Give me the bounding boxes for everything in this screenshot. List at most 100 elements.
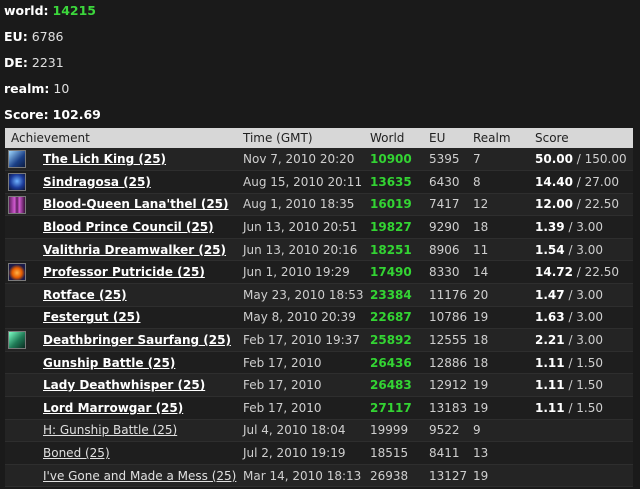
table-row: Sindragosa (25) Aug 15, 2010 20:11 13635 64… xyxy=(5,170,633,194)
blood-queen-icon xyxy=(8,195,26,214)
world-rank-cell: 18251 xyxy=(364,238,423,262)
achievement-link[interactable]: Lord Marrowgar (25) xyxy=(43,401,183,415)
header-score[interactable]: Score xyxy=(529,128,633,148)
achievement-link[interactable]: Boned (25) xyxy=(43,446,110,460)
table-row: Rotface (25) May 23, 2010 18:53 23384 11176… xyxy=(5,283,633,307)
achievement-link[interactable]: Blood Prince Council (25) xyxy=(43,220,214,234)
achievement-cell: Deathbringer Saurfang (25) xyxy=(5,328,237,352)
achievement-cell: Sindragosa (25) xyxy=(5,170,237,194)
score-max: / 3.00 xyxy=(568,310,604,325)
deathbringer-saurfang-icon xyxy=(8,331,26,350)
world-rank-cell: 26436 xyxy=(364,351,423,375)
score-cell: 2.21 / 3.00 xyxy=(529,328,633,352)
table-row: Deathbringer Saurfang (25) Feb 17, 2010 1… xyxy=(5,328,633,352)
achievement-link[interactable]: Professor Putricide (25) xyxy=(43,265,205,279)
world-rank-cell: 27117 xyxy=(364,396,423,420)
achievement-link[interactable]: H: Gunship Battle (25) xyxy=(43,423,177,437)
score-value: 14.40 xyxy=(535,174,573,189)
realm-rank-cell: 14 xyxy=(467,260,529,285)
time-cell: May 8, 2010 20:39 xyxy=(237,306,364,330)
eu-rank-cell: 10786 xyxy=(423,306,467,330)
header-time[interactable]: Time (GMT) xyxy=(237,128,364,148)
score-cell xyxy=(529,464,633,488)
score-max: / 22.50 xyxy=(576,197,620,212)
summary-line: realm: 10 xyxy=(4,78,636,104)
score-max: / 3.00 xyxy=(568,220,604,235)
summary-value: 14215 xyxy=(52,3,97,18)
time-cell: Jun 1, 2010 19:29 xyxy=(237,260,364,285)
achievement-cell: Lady Deathwhisper (25) xyxy=(5,373,237,398)
score-value: 1.47 xyxy=(535,287,565,302)
achievement-link[interactable]: Lady Deathwhisper (25) xyxy=(43,378,205,392)
achievement-link[interactable]: Deathbringer Saurfang (25) xyxy=(43,333,231,347)
time-cell: Jul 2, 2010 19:19 xyxy=(237,441,364,465)
header-achievement[interactable]: Achievement xyxy=(5,128,237,148)
score-cell xyxy=(529,419,633,443)
eu-rank-cell: 8906 xyxy=(423,238,467,262)
achievement-cell: Valithria Dreamwalker (25) xyxy=(5,238,237,262)
achievement-cell: Lord Marrowgar (25) xyxy=(5,396,237,420)
time-cell: Jun 13, 2010 20:16 xyxy=(237,238,364,262)
summary-key: world: xyxy=(4,3,49,18)
score-value: 12.00 xyxy=(535,197,573,212)
achievement-link[interactable]: The Lich King (25) xyxy=(43,152,166,166)
score-max: / 150.00 xyxy=(576,152,627,167)
achievement-cell: I've Gone and Made a Mess (25) xyxy=(5,464,237,488)
score-cell: 1.11 / 1.50 xyxy=(529,351,633,375)
achievement-link[interactable]: Rotface (25) xyxy=(43,288,127,302)
time-cell: Feb 17, 2010 xyxy=(237,351,364,375)
table-row: H: Gunship Battle (25) Jul 4, 2010 18:04 1… xyxy=(5,419,633,443)
realm-rank-cell: 18 xyxy=(467,215,529,239)
score-max: / 3.00 xyxy=(568,287,604,302)
summary-value: 10 xyxy=(53,81,70,96)
achievement-link[interactable]: Festergut (25) xyxy=(43,310,141,324)
summary-panel: world: 14215 EU: 6786 DE: 2231 realm: 10 Sco… xyxy=(0,0,640,130)
time-cell: Jul 4, 2010 18:04 xyxy=(237,419,364,443)
achievement-link[interactable]: Sindragosa (25) xyxy=(43,175,151,189)
eu-rank-cell: 6430 xyxy=(423,170,467,194)
achievement-cell: Gunship Battle (25) xyxy=(5,351,237,375)
realm-rank-cell: 19 xyxy=(467,373,529,398)
score-value: 14.72 xyxy=(535,265,573,280)
summary-value: 102.69 xyxy=(52,107,101,122)
eu-rank-cell: 12886 xyxy=(423,351,467,375)
world-rank-cell: 16019 xyxy=(364,193,423,217)
score-cell: 1.39 / 3.00 xyxy=(529,215,633,239)
score-max: / 1.50 xyxy=(568,355,604,370)
professor-putricide-icon xyxy=(8,263,26,282)
header-world[interactable]: World xyxy=(364,128,423,148)
score-value: 2.21 xyxy=(535,333,565,348)
table-row: Blood-Queen Lana'thel (25) Aug 1, 2010 18… xyxy=(5,193,633,217)
header-realm[interactable]: Realm xyxy=(467,128,529,148)
summary-key: DE: xyxy=(4,55,28,70)
world-rank-cell: 22687 xyxy=(364,306,423,330)
time-cell: Feb 17, 2010 xyxy=(237,396,364,420)
score-cell: 1.11 / 1.50 xyxy=(529,396,633,420)
eu-rank-cell: 12555 xyxy=(423,328,467,352)
header-eu[interactable]: EU xyxy=(423,128,467,148)
achievement-link[interactable]: Blood-Queen Lana'thel (25) xyxy=(43,197,229,211)
time-cell: Feb 17, 2010 xyxy=(237,373,364,398)
achievement-link[interactable]: I've Gone and Made a Mess (25) xyxy=(43,469,236,483)
achievement-link[interactable]: Valithria Dreamwalker (25) xyxy=(43,243,226,257)
summary-line: world: 14215 xyxy=(4,0,636,26)
score-value: 1.11 xyxy=(535,378,565,393)
score-value: 1.63 xyxy=(535,310,565,325)
score-value: 1.11 xyxy=(535,355,565,370)
eu-rank-cell: 9522 xyxy=(423,419,467,443)
table-row: Lady Deathwhisper (25) Feb 17, 2010 26483 1… xyxy=(5,373,633,398)
achievement-link[interactable]: Gunship Battle (25) xyxy=(43,356,175,370)
summary-line: DE: 2231 xyxy=(4,52,636,78)
realm-rank-cell: 7 xyxy=(467,148,529,172)
realm-rank-cell: 19 xyxy=(467,464,529,488)
world-rank-cell: 23384 xyxy=(364,283,423,307)
score-cell: 14.72 / 22.50 xyxy=(529,260,633,285)
achievement-cell: Blood-Queen Lana'thel (25) xyxy=(5,193,237,217)
summary-value: 6786 xyxy=(31,29,64,44)
achievement-cell: Professor Putricide (25) xyxy=(5,260,237,285)
table-row: Lord Marrowgar (25) Feb 17, 2010 27117 1318… xyxy=(5,396,633,420)
score-cell: 12.00 / 22.50 xyxy=(529,193,633,217)
eu-rank-cell: 13127 xyxy=(423,464,467,488)
table-row: I've Gone and Made a Mess (25) Mar 14, 20… xyxy=(5,464,633,488)
realm-rank-cell: 12 xyxy=(467,193,529,217)
